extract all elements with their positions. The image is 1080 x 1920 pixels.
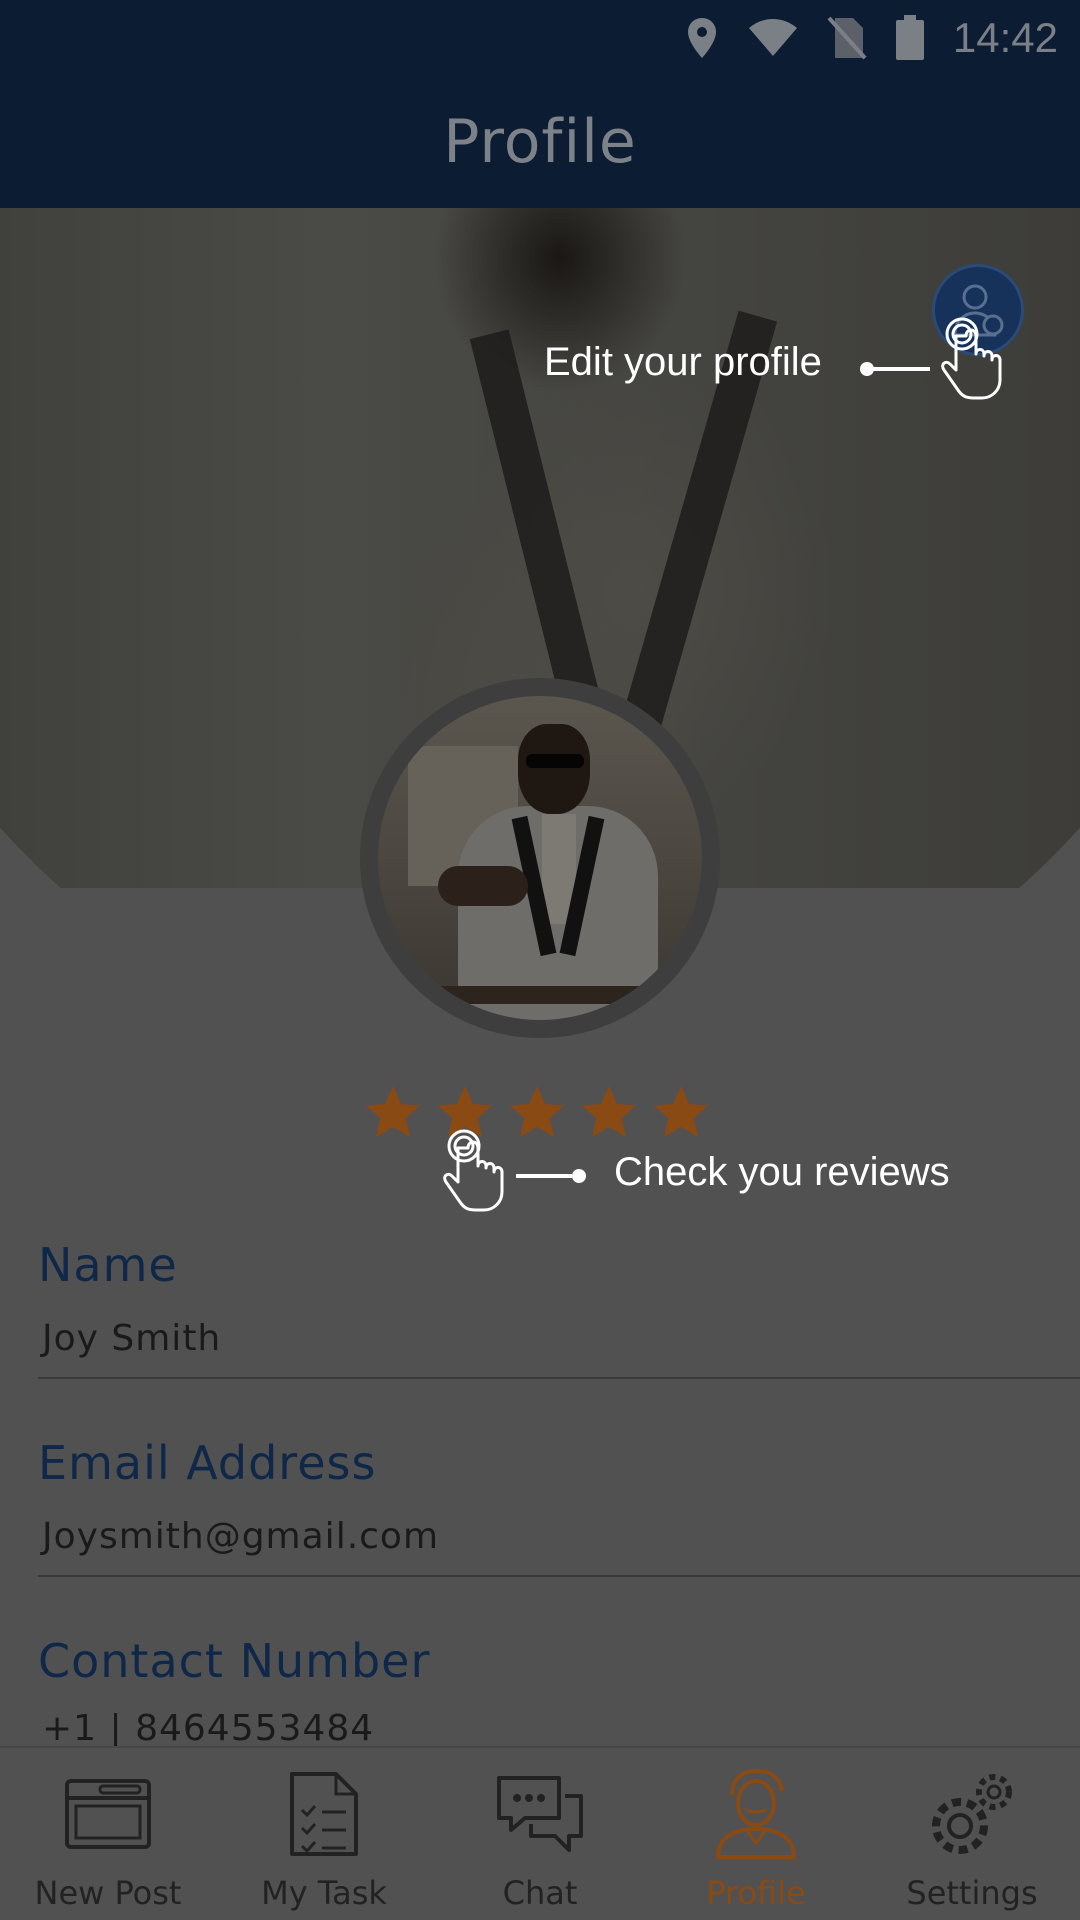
avatar-image xyxy=(378,696,702,1020)
status-bar: 14:42 xyxy=(0,0,1080,76)
tab-profile[interactable]: Profile xyxy=(648,1748,864,1920)
page-title: Profile xyxy=(443,107,637,177)
tab-label: Settings xyxy=(906,1874,1038,1912)
email-label: Email Address xyxy=(38,1436,377,1490)
no-sim-icon xyxy=(827,16,867,60)
tab-label: New Post xyxy=(34,1874,182,1912)
reviews-hint-line xyxy=(516,1174,572,1178)
profile-icon xyxy=(710,1768,802,1860)
new-post-icon xyxy=(62,1768,154,1860)
contact-field: Contact Number +1 | 8464553484 xyxy=(38,1634,1080,1746)
star-icon[interactable] xyxy=(578,1082,640,1144)
rating-stars[interactable] xyxy=(362,1082,712,1144)
star-icon[interactable] xyxy=(650,1082,712,1144)
star-icon[interactable] xyxy=(362,1082,424,1144)
star-icon[interactable] xyxy=(506,1082,568,1144)
tap-hand-icon xyxy=(442,1128,508,1216)
app-bar: Profile xyxy=(0,76,1080,208)
tab-label: Profile xyxy=(706,1874,806,1912)
contact-value[interactable]: +1 | 8464553484 xyxy=(38,1708,1080,1746)
tab-my-task[interactable]: My Task xyxy=(216,1748,432,1920)
tab-new-post[interactable]: New Post xyxy=(0,1748,216,1920)
name-underline xyxy=(38,1377,1080,1379)
email-underline xyxy=(38,1575,1080,1577)
avatar-head xyxy=(518,724,590,814)
tab-settings[interactable]: Settings xyxy=(864,1748,1080,1920)
reviews-hint-dot xyxy=(572,1169,586,1183)
name-label: Name xyxy=(38,1238,178,1292)
wifi-icon xyxy=(747,18,799,58)
edit-hint-line xyxy=(866,367,930,371)
email-value[interactable]: Joysmith@gmail.com xyxy=(38,1516,1080,1557)
avatar-sunglasses xyxy=(526,754,584,768)
tap-hand-icon xyxy=(940,316,1006,404)
chat-icon xyxy=(494,1768,586,1860)
email-field: Email Address Joysmith@gmail.com xyxy=(38,1436,1080,1577)
avatar-railing xyxy=(378,986,702,1004)
profile-avatar[interactable] xyxy=(360,678,720,1038)
settings-icon xyxy=(926,1768,1018,1860)
name-value[interactable]: Joy Smith xyxy=(38,1318,1080,1359)
tab-label: Chat xyxy=(502,1874,578,1912)
battery-icon xyxy=(895,15,925,61)
bottom-tab-bar: New Post My Task Chat Profile Settings xyxy=(0,1746,1080,1920)
avatar-hands xyxy=(438,866,528,906)
tab-label: My Task xyxy=(261,1874,387,1912)
reviews-hint: Check you reviews xyxy=(614,1150,950,1194)
location-icon xyxy=(685,16,719,60)
status-time: 14:42 xyxy=(952,14,1058,61)
contact-label: Contact Number xyxy=(38,1634,431,1688)
name-field: Name Joy Smith xyxy=(38,1238,1080,1379)
tab-chat[interactable]: Chat xyxy=(432,1748,648,1920)
edit-profile-hint: Edit your profile xyxy=(544,340,822,384)
task-list-icon xyxy=(278,1768,370,1860)
